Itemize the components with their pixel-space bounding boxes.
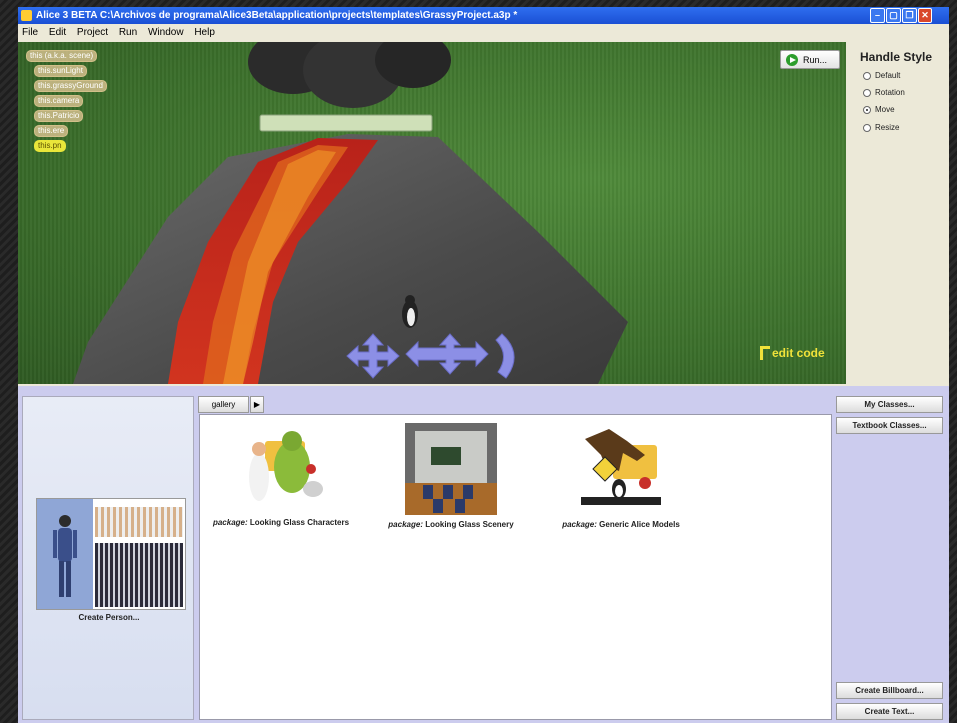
run-button[interactable]: Run... — [780, 50, 840, 69]
radio-move[interactable]: Move — [863, 105, 895, 114]
menu-window[interactable]: Window — [148, 24, 184, 41]
play-icon — [786, 54, 798, 66]
handle-style-panel: Handle Style Default Rotation Move Resiz… — [848, 42, 949, 384]
radio-default[interactable]: Default — [863, 71, 900, 80]
person-figure-icon — [53, 515, 77, 597]
menu-project[interactable]: Project — [77, 24, 108, 41]
scene-object-tree: this (a.k.a. scene) this.sunLight this.g… — [26, 50, 107, 155]
radio-dot-icon — [863, 124, 871, 132]
edit-code-button[interactable]: edit code — [760, 346, 825, 360]
alice-window: Alice 3 BETA C:\Archivos de programa\Ali… — [18, 7, 949, 723]
tree-node-sunlight[interactable]: this.sunLight — [34, 65, 87, 77]
package-looking-glass-scenery[interactable]: package: Looking Glass Scenery — [376, 423, 526, 529]
selection-handle-bar[interactable] — [259, 114, 433, 132]
tree-node-grassyground[interactable]: this.grassyGround — [34, 80, 107, 92]
generic-models-thumbnail — [575, 425, 667, 515]
maximize-icon[interactable]: ▢ — [886, 8, 901, 23]
window-title: Alice 3 BETA C:\Archivos de programa\Ali… — [36, 10, 518, 21]
textbook-classes-button[interactable]: Textbook Classes... — [836, 417, 943, 434]
gallery-tab[interactable]: gallery — [198, 396, 249, 413]
menu-run[interactable]: Run — [119, 24, 137, 41]
radio-dot-selected-icon — [863, 106, 871, 114]
radio-resize[interactable]: Resize — [863, 123, 899, 132]
handle-style-title: Handle Style — [860, 50, 933, 64]
menu-file[interactable]: File — [22, 24, 38, 41]
edit-code-bracket-icon — [760, 346, 770, 360]
tree-node-pn[interactable]: this.pn — [34, 140, 66, 152]
tree-node-ere[interactable]: this.ere — [34, 125, 69, 137]
create-person-label[interactable]: Create Person... — [23, 613, 195, 622]
radio-dot-icon — [863, 89, 871, 97]
edit-code-label: edit code — [772, 346, 825, 360]
scene-view[interactable]: this (a.k.a. scene) this.sunLight this.g… — [18, 42, 846, 384]
package-name: Looking Glass Characters — [249, 518, 350, 527]
menu-help[interactable]: Help — [194, 24, 215, 41]
tree-node-scene[interactable]: this (a.k.a. scene) — [26, 50, 98, 62]
create-person-tile[interactable] — [36, 498, 186, 610]
characters-thumbnail — [235, 427, 327, 513]
create-billboard-button[interactable]: Create Billboard... — [836, 682, 943, 699]
scenery-thumbnail — [405, 423, 497, 515]
run-label: Run... — [803, 55, 828, 65]
package-prefix: package: — [562, 520, 597, 529]
minimize-icon[interactable]: – — [870, 8, 885, 23]
package-prefix: package: — [212, 518, 248, 527]
package-prefix: package: — [388, 520, 423, 529]
radio-dot-icon — [863, 72, 871, 80]
package-name: Looking Glass Scenery — [425, 520, 514, 529]
tree-node-camera[interactable]: this.camera — [34, 95, 84, 107]
volcano-scene — [73, 42, 628, 384]
restore-icon[interactable]: ❐ — [902, 8, 917, 23]
tree-node-patricio[interactable]: this.Patricio — [34, 110, 84, 122]
menu-edit[interactable]: Edit — [49, 24, 66, 41]
package-generic-alice-models[interactable]: package: Generic Alice Models — [546, 425, 696, 529]
package-looking-glass-characters[interactable]: package: Looking Glass Characters — [206, 427, 356, 527]
my-classes-button[interactable]: My Classes... — [836, 396, 943, 413]
menu-bar: File Edit Project Run Window Help — [18, 24, 949, 41]
close-icon[interactable]: ✕ — [918, 8, 932, 23]
create-person-pane: Create Person... — [22, 396, 194, 720]
create-text-button[interactable]: Create Text... — [836, 703, 943, 720]
alice-app-icon — [21, 10, 32, 21]
gallery-arrow-icon[interactable]: ▶ — [250, 396, 264, 413]
title-bar: Alice 3 BETA C:\Archivos de programa\Ali… — [18, 7, 949, 24]
gallery-content: package: Looking Glass Characters packag… — [199, 414, 832, 720]
bottom-panel: Create Person... gallery ▶ package: Look… — [18, 386, 949, 723]
radio-rotation[interactable]: Rotation — [863, 88, 905, 97]
package-name: Generic Alice Models — [599, 520, 680, 529]
